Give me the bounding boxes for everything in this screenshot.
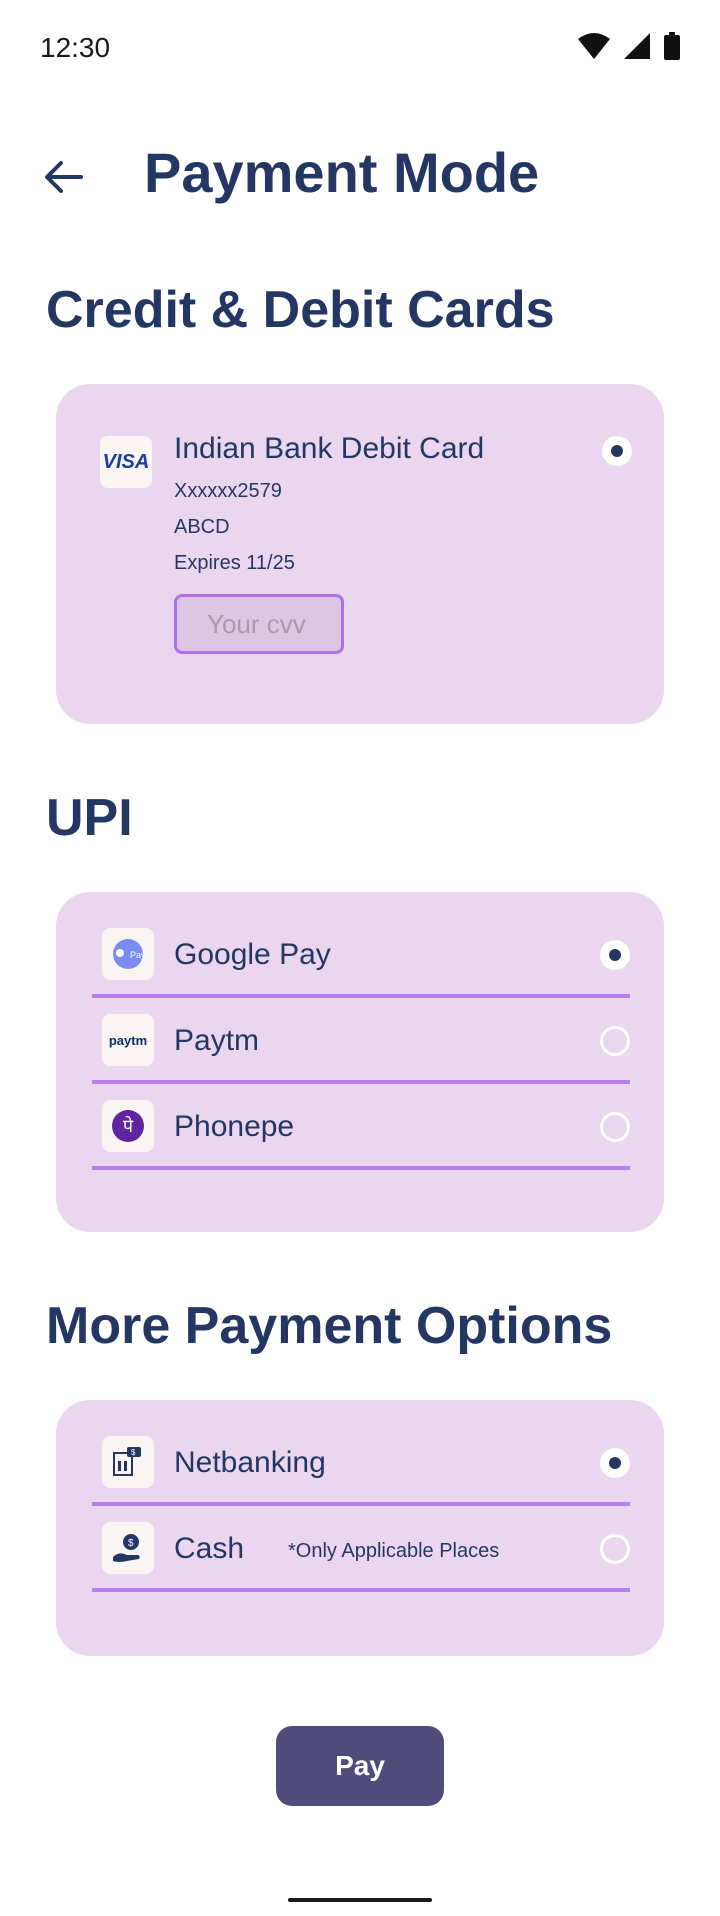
section-title-more: More Payment Options: [46, 1297, 613, 1355]
visa-logo-text: VISA: [102, 450, 150, 473]
card-radio[interactable]: [602, 436, 632, 466]
upi-option-paytm[interactable]: paytm Paytm: [92, 998, 630, 1084]
card-name: Indian Bank Debit Card: [174, 432, 485, 465]
cards-panel: VISA Indian Bank Debit Card Xxxxxx2579 A…: [56, 384, 664, 724]
upi-option-phonepe[interactable]: पे Phonepe: [92, 1084, 630, 1170]
option-note: *Only Applicable Places: [288, 1540, 500, 1562]
card-expiry: Expires 11/25: [174, 552, 295, 574]
signal-icon: [624, 33, 650, 64]
netbanking-radio[interactable]: [600, 1448, 630, 1478]
option-cash[interactable]: $ Cash *Only Applicable Places: [92, 1506, 630, 1592]
paytm-logo-text: paytm: [108, 1032, 148, 1048]
status-time: 12:30: [40, 32, 111, 63]
bank-icon: $: [102, 1436, 154, 1488]
phonepe-logo-text: पे: [112, 1110, 144, 1142]
google-pay-icon: Pay: [102, 928, 154, 980]
status-icons: [578, 32, 680, 65]
svg-text:$: $: [128, 1538, 134, 1549]
wifi-icon: [578, 33, 610, 64]
phonepe-icon: पे: [102, 1100, 154, 1152]
page-title: Payment Mode: [144, 141, 540, 204]
paytm-icon: paytm: [102, 1014, 154, 1066]
card-number: Xxxxxx2579: [174, 480, 282, 502]
upi-option-google-pay[interactable]: Pay Google Pay: [92, 912, 630, 998]
svg-text:$: $: [131, 1448, 136, 1457]
visa-logo-icon: VISA: [100, 436, 152, 488]
option-netbanking[interactable]: $ Netbanking: [92, 1420, 630, 1506]
section-title-upi: UPI: [46, 789, 133, 847]
option-label: Paytm: [174, 1024, 260, 1057]
more-options-panel: $ Netbanking $ Cash *Only Applicable Pla…: [56, 1400, 664, 1656]
section-title-cards: Credit & Debit Cards: [46, 281, 555, 339]
back-button[interactable]: [38, 152, 88, 202]
home-indicator: [288, 1898, 432, 1902]
app-bar: Payment Mode: [0, 120, 720, 230]
cash-hand-icon: $: [102, 1522, 154, 1574]
card-holder: ABCD: [174, 516, 230, 538]
option-label: Phonepe: [174, 1110, 295, 1143]
back-arrow-icon: [45, 161, 83, 193]
svg-text:Pay: Pay: [130, 950, 146, 960]
status-bar: 12:30: [0, 0, 720, 96]
phonepe-radio[interactable]: [600, 1112, 630, 1142]
battery-icon: [664, 32, 680, 65]
option-label: Google Pay: [174, 938, 331, 971]
option-label: Netbanking: [174, 1446, 326, 1479]
option-label: Cash: [174, 1532, 245, 1565]
paytm-radio[interactable]: [600, 1026, 630, 1056]
pay-button[interactable]: Pay: [276, 1726, 444, 1806]
cash-radio[interactable]: [600, 1534, 630, 1564]
upi-panel: Pay Google Pay paytm Paytm पे Phonepe: [56, 892, 664, 1232]
google-pay-radio[interactable]: [600, 940, 630, 970]
cvv-input[interactable]: [174, 594, 344, 654]
